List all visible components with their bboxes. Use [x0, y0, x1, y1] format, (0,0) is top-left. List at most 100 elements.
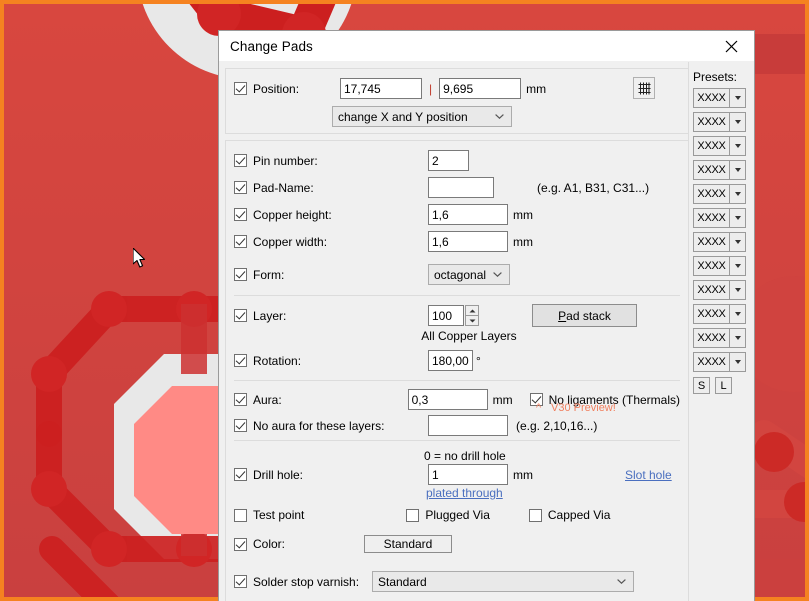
- rotation-input[interactable]: [428, 350, 473, 371]
- chevron-down-icon: [734, 288, 741, 292]
- position-checkbox[interactable]: [234, 82, 247, 95]
- preset-dropdown-10[interactable]: [729, 328, 746, 348]
- pad-name-label: Pad-Name:: [253, 180, 314, 195]
- pad-stack-label: ad stack: [566, 308, 611, 323]
- no-aura-layers-input[interactable]: [428, 415, 508, 436]
- preset-button-4[interactable]: XXXX: [693, 184, 729, 204]
- position-mode-select[interactable]: change X and Y position: [332, 106, 512, 127]
- solder-stop-checkbox[interactable]: [234, 575, 247, 588]
- drill-hole-unit: mm: [513, 467, 533, 482]
- color-standard-button[interactable]: Standard: [364, 535, 452, 553]
- preset-button-3[interactable]: XXXX: [693, 160, 729, 180]
- test-point-label: Test point: [253, 508, 305, 522]
- aura-label: Aura:: [253, 392, 282, 407]
- layer-spinner[interactable]: [465, 305, 479, 326]
- layer-spinner-up[interactable]: [465, 305, 479, 315]
- aura-checkbox[interactable]: [234, 393, 247, 406]
- preset-button-7[interactable]: XXXX: [693, 256, 729, 276]
- form-label: Form:: [253, 267, 285, 282]
- preset-dropdown-2[interactable]: [729, 136, 746, 156]
- preset-button-1[interactable]: XXXX: [693, 112, 729, 132]
- pad-stack-button[interactable]: Pad stack: [532, 304, 637, 327]
- layer-spinner-down[interactable]: [465, 315, 479, 326]
- preset-row: XXXX: [693, 88, 754, 108]
- solder-stop-label: Solder stop varnish:: [253, 574, 360, 589]
- preset-dropdown-0[interactable]: [729, 88, 746, 108]
- copper-height-checkbox[interactable]: [234, 208, 247, 221]
- dialog-titlebar[interactable]: Change Pads: [219, 31, 754, 62]
- copper-width-checkbox[interactable]: [234, 235, 247, 248]
- position-label: Position:: [253, 81, 300, 96]
- preset-row: XXXX: [693, 256, 754, 276]
- preset-dropdown-5[interactable]: [729, 208, 746, 228]
- v30-preview-label: V30 Preview!: [551, 402, 616, 414]
- pin-number-input[interactable]: [428, 150, 469, 171]
- copper-width-unit: mm: [513, 234, 533, 249]
- position-x-input[interactable]: [340, 78, 422, 99]
- layer-input[interactable]: [428, 305, 464, 326]
- rotation-checkbox[interactable]: [234, 354, 247, 367]
- presets-title: Presets:: [693, 70, 738, 84]
- solder-stop-value: Standard: [378, 574, 427, 589]
- preset-label: XXXX: [697, 356, 726, 368]
- position-group: Position: | mm: [225, 68, 689, 134]
- preset-dropdown-1[interactable]: [729, 112, 746, 132]
- preset-dropdown-7[interactable]: [729, 256, 746, 276]
- presets-panel: Presets: XXXX XXXX XXXX XXXX XXXX XXXX XXXX XXX…: [688, 62, 754, 601]
- layer-checkbox[interactable]: [234, 309, 247, 322]
- pin-number-checkbox[interactable]: [234, 154, 247, 167]
- chevron-up-icon: [469, 309, 475, 312]
- preset-button-10[interactable]: XXXX: [693, 328, 729, 348]
- drill-hole-label: Drill hole:: [253, 467, 304, 482]
- chevron-down-icon: [734, 144, 741, 148]
- preset-dropdown-4[interactable]: [729, 184, 746, 204]
- preset-dropdown-9[interactable]: [729, 304, 746, 324]
- preset-button-0[interactable]: XXXX: [693, 88, 729, 108]
- grid-button[interactable]: [633, 77, 655, 99]
- pad-name-checkbox[interactable]: [234, 181, 247, 194]
- v30-marker: ^: [536, 402, 542, 414]
- position-mode-value: change X and Y position: [338, 109, 468, 124]
- close-button[interactable]: [709, 31, 754, 61]
- pad-properties-group: Pin number: Pad-Name: (e.g. A1, B31, C31…: [225, 140, 689, 601]
- preset-dropdown-8[interactable]: [729, 280, 746, 300]
- preset-button-5[interactable]: XXXX: [693, 208, 729, 228]
- copper-width-label: Copper width:: [253, 234, 328, 249]
- presets-save-button[interactable]: S: [693, 377, 710, 394]
- copper-width-input[interactable]: [428, 231, 508, 252]
- chevron-down-icon: [734, 264, 741, 268]
- position-y-input[interactable]: [439, 78, 522, 99]
- capped-via-checkbox[interactable]: [528, 508, 542, 522]
- preset-button-6[interactable]: XXXX: [693, 232, 729, 252]
- preset-button-2[interactable]: XXXX: [693, 136, 729, 156]
- chevron-down-icon: [491, 114, 508, 119]
- preset-label: XXXX: [697, 308, 726, 320]
- preset-row: XXXX: [693, 208, 754, 228]
- form-checkbox[interactable]: [234, 268, 247, 281]
- aura-input[interactable]: [407, 389, 488, 410]
- plugged-via-checkbox[interactable]: [406, 508, 420, 522]
- plated-through-link[interactable]: plated through: [426, 486, 503, 500]
- form-select[interactable]: octagonal: [428, 264, 510, 285]
- preset-button-11[interactable]: XXXX: [693, 352, 729, 372]
- test-point-checkbox[interactable]: [234, 508, 247, 522]
- color-checkbox[interactable]: [234, 537, 247, 551]
- preset-row: XXXX: [693, 280, 754, 300]
- slot-hole-link[interactable]: Slot hole: [625, 468, 672, 482]
- preset-dropdown-3[interactable]: [729, 160, 746, 180]
- solder-stop-select[interactable]: Standard: [372, 571, 634, 592]
- no-aura-layers-checkbox[interactable]: [234, 419, 247, 432]
- presets-load-button[interactable]: L: [715, 377, 732, 394]
- divider: [234, 380, 680, 381]
- preset-row: XXXX: [693, 112, 754, 132]
- close-icon: [725, 40, 738, 52]
- plugged-via-label: Plugged Via: [425, 508, 490, 522]
- drill-hole-checkbox[interactable]: [234, 468, 247, 481]
- preset-button-9[interactable]: XXXX: [693, 304, 729, 324]
- pad-name-input[interactable]: [428, 177, 494, 198]
- preset-dropdown-6[interactable]: [729, 232, 746, 252]
- preset-button-8[interactable]: XXXX: [693, 280, 729, 300]
- drill-hole-input[interactable]: [428, 464, 508, 485]
- preset-dropdown-11[interactable]: [729, 352, 746, 372]
- copper-height-input[interactable]: [428, 204, 508, 225]
